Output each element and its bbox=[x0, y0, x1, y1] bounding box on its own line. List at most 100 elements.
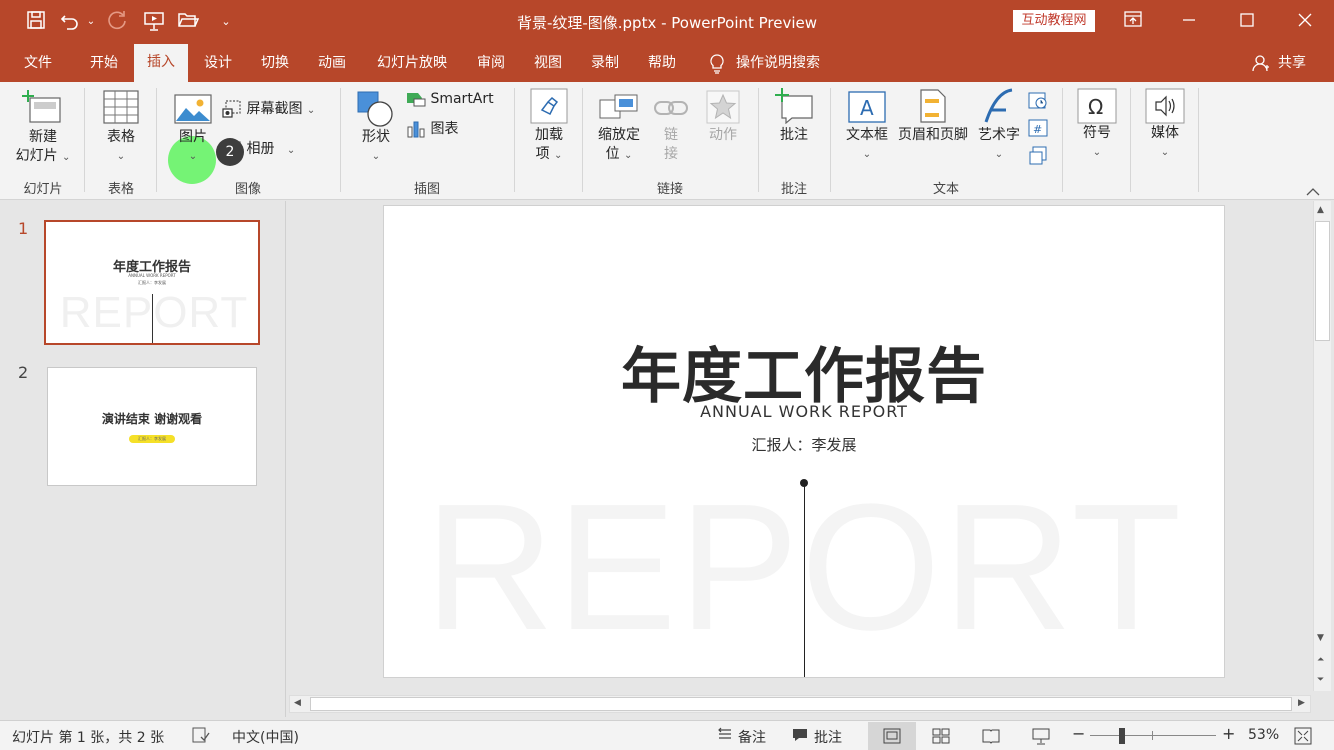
divider bbox=[1130, 88, 1131, 192]
omega-icon: Ω bbox=[1070, 86, 1124, 124]
zoom-out-icon[interactable]: − bbox=[1072, 724, 1085, 743]
chart-label: 图表 bbox=[430, 121, 459, 137]
slide-number-icon[interactable]: # bbox=[1028, 118, 1050, 140]
group-label-comments: 批注 bbox=[780, 182, 807, 197]
maximize-icon[interactable] bbox=[1224, 6, 1270, 38]
customize-qa-icon[interactable]: ⌄ bbox=[214, 10, 238, 34]
horizontal-scrollbar[interactable]: ◀ ▶ bbox=[289, 695, 1311, 713]
zoom-in-icon[interactable]: + bbox=[1222, 724, 1235, 743]
slide-thumbnail-2[interactable]: 演讲结束 谢谢观看 汇报人：李发展 bbox=[47, 367, 257, 486]
media-label: 媒体 bbox=[1151, 125, 1179, 141]
divider bbox=[340, 88, 341, 192]
next-slide-icon[interactable]: ⏷ bbox=[1317, 675, 1324, 685]
slide-thumbnail-1[interactable]: REPORT 年度工作报告 ANNUAL WORK REPORT 汇报人：李发展 bbox=[44, 220, 260, 345]
symbol-button[interactable]: Ω 符号 ⌄ bbox=[1070, 86, 1124, 172]
header-footer-icon bbox=[894, 86, 972, 126]
table-label: 表格 bbox=[107, 129, 135, 145]
slide-sorter-icon[interactable] bbox=[932, 728, 950, 744]
photo-album-label: 相册 bbox=[246, 141, 275, 157]
wordart-button[interactable]: 艺术字 ⌄ bbox=[972, 86, 1026, 172]
date-time-icon[interactable] bbox=[1028, 90, 1050, 112]
slideshow-icon[interactable] bbox=[1032, 727, 1050, 745]
ribbon-tabs: 文件 开始 插入 设计 切换 动画 幻灯片放映 审阅 视图 录制 帮助 操作说明… bbox=[0, 44, 1334, 82]
slide-reporter[interactable]: 汇报人：李发展 bbox=[384, 434, 1224, 455]
new-slide-icon bbox=[8, 86, 78, 128]
smartart-icon bbox=[407, 93, 426, 107]
previous-slide-icon[interactable]: ⏶ bbox=[1317, 655, 1324, 665]
thumb-watermark: REPORT bbox=[59, 288, 249, 337]
person-icon bbox=[1252, 54, 1272, 74]
screenshot-icon bbox=[222, 100, 241, 118]
addins-button[interactable]: 加载 项 ⌄ bbox=[522, 86, 576, 172]
close-icon[interactable] bbox=[1282, 6, 1328, 38]
wordart-icon bbox=[972, 86, 1026, 126]
tab-home[interactable]: 开始 bbox=[80, 52, 128, 82]
slide-subtitle[interactable]: ANNUAL WORK REPORT bbox=[384, 402, 1224, 421]
comment-button[interactable]: 批注 bbox=[766, 86, 822, 172]
textbox-button[interactable]: A 文本框 ⌄ bbox=[838, 86, 896, 172]
scroll-left-icon[interactable]: ◀ bbox=[294, 698, 301, 708]
picture-icon bbox=[164, 86, 222, 128]
normal-view-button[interactable] bbox=[868, 722, 916, 750]
scroll-up-icon[interactable]: ▲ bbox=[1317, 205, 1324, 215]
divider bbox=[1198, 88, 1199, 192]
tab-file[interactable]: 文件 bbox=[14, 52, 62, 82]
save-icon[interactable] bbox=[24, 10, 48, 34]
accessibility-icon[interactable] bbox=[192, 727, 212, 745]
speaker-icon bbox=[1138, 86, 1192, 124]
addins-icon bbox=[522, 86, 576, 126]
language-status[interactable]: 中文(中国) bbox=[232, 727, 299, 747]
undo-dropdown-icon[interactable]: ⌄ bbox=[84, 10, 98, 34]
vertical-scrollbar[interactable]: ▲ ▼ ⏶ ⏷ bbox=[1313, 201, 1331, 691]
smartart-button[interactable]: SmartArt bbox=[406, 90, 506, 112]
picture-button[interactable]: 图片 ⌄ bbox=[164, 86, 222, 172]
brand-badge: 互动教程网 bbox=[1013, 10, 1095, 32]
reading-view-icon[interactable] bbox=[982, 728, 1000, 744]
share-button[interactable]: 共享 bbox=[1272, 52, 1312, 82]
comments-button[interactable]: 批注 bbox=[814, 727, 842, 747]
divider bbox=[84, 88, 85, 192]
scroll-right-icon[interactable]: ▶ bbox=[1298, 698, 1305, 708]
ribbon-display-icon[interactable] bbox=[1110, 6, 1156, 38]
tab-animations[interactable]: 动画 bbox=[308, 52, 356, 82]
chevron-down-icon: ⌄ bbox=[62, 152, 71, 163]
tell-me-search[interactable]: 操作说明搜索 bbox=[736, 52, 836, 82]
zoom-slider-track[interactable] bbox=[1090, 735, 1216, 736]
scroll-down-icon[interactable]: ▼ bbox=[1317, 633, 1324, 643]
thumb-title: 演讲结束 谢谢观看 bbox=[101, 412, 203, 426]
tab-design[interactable]: 设计 bbox=[194, 52, 242, 82]
new-slide-button[interactable]: 新建 幻灯片 ⌄ bbox=[8, 86, 78, 172]
screenshot-button[interactable]: 屏幕截图 ⌄ bbox=[222, 98, 322, 120]
minimize-icon[interactable] bbox=[1166, 6, 1212, 38]
present-icon[interactable] bbox=[142, 10, 166, 34]
fit-to-window-icon[interactable] bbox=[1294, 727, 1312, 745]
open-folder-icon[interactable] bbox=[176, 10, 200, 34]
thumb-subtitle: ANNUAL WORK REPORT bbox=[128, 273, 176, 278]
scroll-thumb-h[interactable] bbox=[310, 697, 1292, 711]
slide-canvas[interactable]: REPORT 年度工作报告 ANNUAL WORK REPORT 汇报人：李发展 bbox=[383, 205, 1225, 678]
scroll-thumb[interactable] bbox=[1315, 221, 1330, 341]
zoom-button[interactable]: 缩放定 位 ⌄ bbox=[588, 86, 650, 172]
link-label-1: 链 bbox=[664, 127, 678, 143]
notes-button[interactable]: 备注 bbox=[738, 727, 766, 747]
divider bbox=[514, 88, 515, 192]
shapes-button[interactable]: 形状 ⌄ bbox=[348, 86, 404, 172]
chart-icon bbox=[407, 121, 425, 138]
tab-record[interactable]: 录制 bbox=[581, 52, 629, 82]
media-button[interactable]: 媒体 ⌄ bbox=[1138, 86, 1192, 172]
zoom-slider-thumb[interactable] bbox=[1119, 728, 1125, 744]
chart-button[interactable]: 图表 bbox=[406, 118, 486, 140]
collapse-ribbon-icon[interactable] bbox=[1306, 182, 1324, 196]
table-button[interactable]: 表格 ⌄ bbox=[92, 86, 150, 172]
undo-icon[interactable] bbox=[58, 10, 82, 34]
tab-help[interactable]: 帮助 bbox=[638, 52, 686, 82]
zoom-percent[interactable]: 53% bbox=[1248, 727, 1279, 743]
tab-slideshow[interactable]: 幻灯片放映 bbox=[368, 52, 456, 82]
tab-view[interactable]: 视图 bbox=[524, 52, 572, 82]
object-icon[interactable] bbox=[1028, 146, 1050, 168]
comment-icon bbox=[766, 86, 822, 126]
tab-review[interactable]: 审阅 bbox=[467, 52, 515, 82]
tab-transitions[interactable]: 切换 bbox=[251, 52, 299, 82]
header-footer-button[interactable]: 页眉和页脚 bbox=[894, 86, 972, 172]
tab-insert[interactable]: 插入 bbox=[134, 44, 188, 82]
